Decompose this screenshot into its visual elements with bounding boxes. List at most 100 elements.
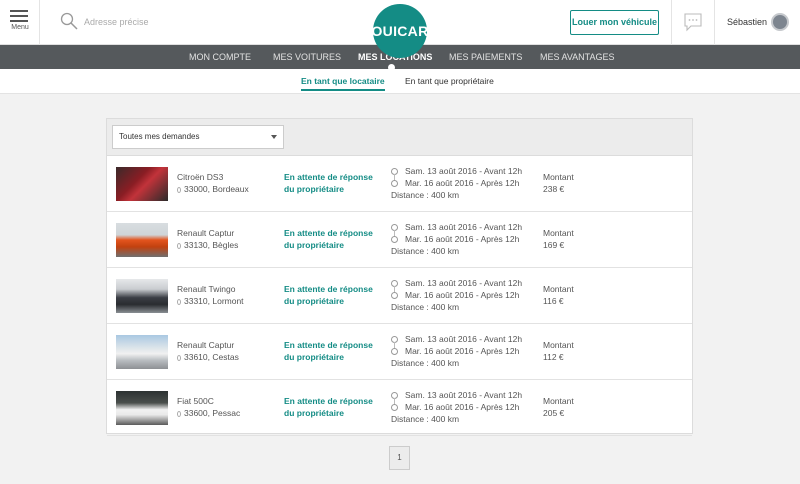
start-date: Sam. 13 août 2016 - Avant 12h <box>405 278 523 288</box>
menu-label: Menu <box>11 24 29 31</box>
rental-status: En attente de réponse du propriétaire <box>284 171 373 195</box>
location-pin-icon <box>177 410 181 417</box>
car-name[interactable]: Renault Twingo <box>177 284 235 294</box>
status-line: En attente de réponse <box>284 396 373 406</box>
rental-row[interactable]: Renault Captur 33130, Bègles En attente … <box>107 212 692 268</box>
distance: Distance : 400 km <box>391 302 460 312</box>
car-location: 33310, Lormont <box>177 296 244 306</box>
end-date: Mar. 16 août 2016 - Après 12h <box>405 290 520 300</box>
location-pin-icon <box>177 186 181 193</box>
car-name[interactable]: Renault Captur <box>177 228 234 238</box>
amount: 116 € <box>543 296 564 306</box>
rental-status: En attente de réponse du propriétaire <box>284 227 373 251</box>
car-location: 33600, Pessac <box>177 408 240 418</box>
search-input[interactable] <box>84 14 284 30</box>
status-line: du propriétaire <box>284 408 344 418</box>
amount-label: Montant <box>543 396 574 406</box>
car-location: 33000, Bordeaux <box>177 184 249 194</box>
divider <box>671 0 672 45</box>
car-photo[interactable] <box>116 391 168 425</box>
avatar[interactable] <box>771 13 789 31</box>
pagination-page[interactable]: 1 <box>389 446 410 470</box>
date-timeline-icon <box>390 224 398 244</box>
start-date: Sam. 13 août 2016 - Avant 12h <box>405 390 523 400</box>
end-date: Mar. 16 août 2016 - Après 12h <box>405 402 520 412</box>
car-location-text: 33610, Cestas <box>184 352 239 362</box>
nav-mon-compte[interactable]: MON COMPTE <box>189 45 251 69</box>
ouicar-logo[interactable]: OUICAR <box>371 4 428 58</box>
status-line: du propriétaire <box>284 184 344 194</box>
amount-label: Montant <box>543 228 574 238</box>
date-timeline-icon <box>390 392 398 412</box>
date-timeline-icon <box>390 336 398 356</box>
car-photo[interactable] <box>116 167 168 201</box>
car-name[interactable]: Citroën DS3 <box>177 172 223 182</box>
timeline-end-dot <box>391 292 398 299</box>
hamburger-icon-bar <box>10 20 28 22</box>
menu-button[interactable]: Menu <box>0 0 40 45</box>
end-date: Mar. 16 août 2016 - Après 12h <box>405 178 520 188</box>
distance: Distance : 400 km <box>391 414 460 424</box>
amount-label: Montant <box>543 340 574 350</box>
amount-label: Montant <box>543 172 574 182</box>
car-photo[interactable] <box>116 279 168 313</box>
timeline-end-dot <box>391 404 398 411</box>
tab-as-owner[interactable]: En tant que propriétaire <box>405 76 494 86</box>
nav-mes-voitures[interactable]: MES VOITURES <box>273 45 341 69</box>
caret-down-icon <box>271 135 277 139</box>
rent-my-vehicle-button[interactable]: Louer mon véhicule <box>570 10 659 35</box>
start-date: Sam. 13 août 2016 - Avant 12h <box>405 222 523 232</box>
timeline-end-dot <box>391 348 398 355</box>
timeline-end-dot <box>391 180 398 187</box>
status-line: En attente de réponse <box>284 340 373 350</box>
sub-nav: En tant que locataire En tant que propri… <box>0 69 800 94</box>
amount: 169 € <box>543 240 565 250</box>
distance: Distance : 400 km <box>391 190 460 200</box>
car-location-text: 33310, Lormont <box>184 296 244 306</box>
car-name[interactable]: Renault Captur <box>177 340 234 350</box>
status-line: En attente de réponse <box>284 284 373 294</box>
end-date: Mar. 16 août 2016 - Après 12h <box>405 346 520 356</box>
filter-bar: Toutes mes demandes <box>107 119 692 156</box>
search-icon <box>60 12 78 30</box>
date-timeline-icon <box>390 280 398 300</box>
car-photo[interactable] <box>116 223 168 257</box>
tab-as-renter[interactable]: En tant que locataire <box>301 76 385 91</box>
date-timeline-icon <box>390 168 398 188</box>
status-line: du propriétaire <box>284 240 344 250</box>
rental-status: En attente de réponse du propriétaire <box>284 283 373 307</box>
select-value: Toutes mes demandes <box>119 132 200 141</box>
distance: Distance : 400 km <box>391 246 460 256</box>
nav-mes-avantages[interactable]: MES AVANTAGES <box>540 45 615 69</box>
rental-status: En attente de réponse du propriétaire <box>284 339 373 363</box>
amount: 238 € <box>543 184 565 194</box>
rental-row[interactable]: Renault Twingo 33310, Lormont En attente… <box>107 268 692 324</box>
car-location-text: 33600, Pessac <box>184 408 241 418</box>
location-pin-icon <box>177 298 181 305</box>
amount: 112 € <box>543 352 564 362</box>
car-photo[interactable] <box>116 335 168 369</box>
status-line: du propriétaire <box>284 352 344 362</box>
divider <box>714 0 715 45</box>
hamburger-icon <box>10 10 28 12</box>
rentals-panel: Toutes mes demandes Citroën DS3 33000, B… <box>106 118 693 436</box>
timeline-end-dot <box>391 236 398 243</box>
status-line: En attente de réponse <box>284 172 373 182</box>
location-pin-icon <box>177 242 181 249</box>
car-name[interactable]: Fiat 500C <box>177 396 214 406</box>
rental-row[interactable]: Citroën DS3 33000, Bordeaux En attente d… <box>107 156 692 212</box>
start-date: Sam. 13 août 2016 - Avant 12h <box>405 334 523 344</box>
location-pin-icon <box>177 354 181 361</box>
status-line: En attente de réponse <box>284 228 373 238</box>
rental-row[interactable]: Renault Captur 33610, Cestas En attente … <box>107 324 692 380</box>
hamburger-icon-bar <box>10 15 28 17</box>
start-date: Sam. 13 août 2016 - Avant 12h <box>405 166 523 176</box>
messages-icon[interactable] <box>683 12 703 32</box>
requests-filter-select[interactable]: Toutes mes demandes <box>112 125 284 149</box>
distance: Distance : 400 km <box>391 358 460 368</box>
nav-mes-paiements[interactable]: MES PAIEMENTS <box>449 45 522 69</box>
rental-row[interactable]: Fiat 500C 33600, Pessac En attente de ré… <box>107 380 692 436</box>
car-location-text: 33130, Bègles <box>184 240 239 250</box>
user-name[interactable]: Sébastien <box>727 17 767 27</box>
car-location-text: 33000, Bordeaux <box>184 184 249 194</box>
